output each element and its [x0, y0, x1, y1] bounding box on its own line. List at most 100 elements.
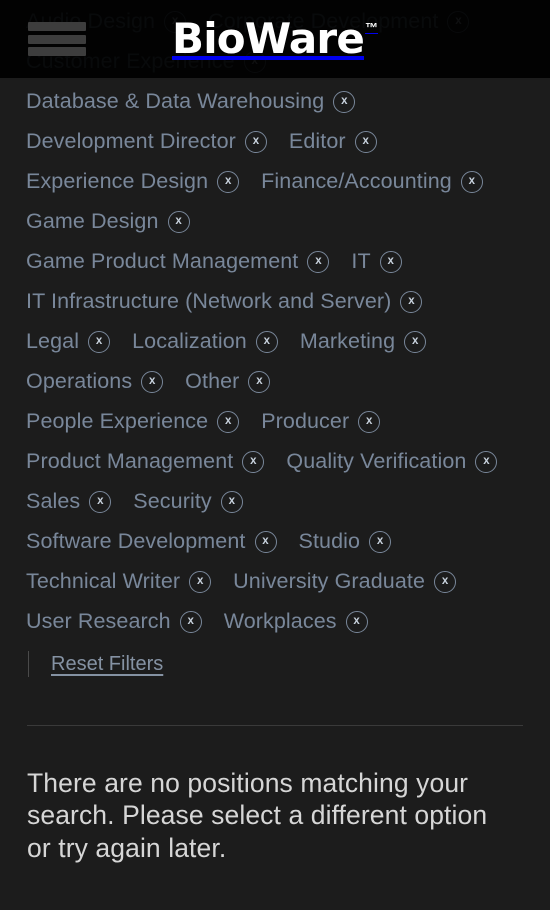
remove-filter-icon[interactable]: x: [254, 531, 277, 553]
remove-filter-icon[interactable]: x: [379, 251, 402, 273]
filter-tag-label: Software Development: [26, 529, 246, 554]
remove-filter-icon[interactable]: x: [307, 251, 330, 273]
filter-row: User Research x Workplaces x: [26, 602, 524, 642]
filter-tag-label: Technical Writer: [26, 569, 181, 594]
reset-filters-row: Reset Filters: [26, 642, 524, 686]
remove-filter-icon[interactable]: x: [189, 571, 212, 593]
filter-tag[interactable]: University Graduate x: [233, 569, 457, 594]
remove-filter-icon[interactable]: x: [89, 491, 112, 513]
filter-tag[interactable]: Development Director x: [26, 131, 267, 153]
hamburger-bar-bottom: [28, 47, 86, 56]
filter-tag-label: Operations: [26, 369, 133, 394]
filter-tag[interactable]: Security x: [133, 489, 243, 514]
remove-filter-icon[interactable]: x: [179, 611, 202, 633]
filter-tag[interactable]: Editor x: [289, 131, 377, 153]
filter-tag[interactable]: Software Development x: [26, 531, 277, 553]
filter-tag[interactable]: Product Management x: [26, 449, 265, 474]
remove-filter-icon[interactable]: x: [434, 571, 457, 593]
reset-filters-button[interactable]: Reset Filters: [51, 653, 163, 676]
remove-filter-icon[interactable]: x: [217, 171, 240, 193]
remove-filter-icon[interactable]: x: [475, 451, 498, 473]
filter-row: Software Development x Studio x: [26, 522, 524, 562]
empty-results-message: There are no positions matching your sea…: [27, 767, 507, 864]
filter-tag[interactable]: Legal x: [26, 329, 111, 354]
filter-tag[interactable]: Game Design x: [26, 211, 190, 233]
filter-row: Game Design x: [26, 202, 524, 242]
filter-tag-label: Product Management: [26, 449, 234, 474]
remove-filter-icon[interactable]: x: [404, 331, 427, 353]
remove-filter-icon[interactable]: x: [220, 491, 243, 513]
filter-tag-label: Game Design: [26, 209, 159, 234]
remove-filter-icon[interactable]: x: [88, 331, 111, 353]
filter-tag[interactable]: IT Infrastructure (Network and Server) x: [26, 289, 423, 314]
reset-divider: [28, 651, 29, 677]
filter-tag[interactable]: User Research x: [26, 611, 202, 633]
hamburger-menu-icon[interactable]: [28, 19, 86, 59]
filter-row: Operations x Other x: [26, 362, 524, 402]
filter-tag-label: Development Director: [26, 129, 236, 154]
remove-filter-icon[interactable]: x: [217, 411, 240, 433]
hamburger-bar-top: [28, 22, 86, 31]
filter-tag[interactable]: Studio x: [299, 531, 392, 553]
remove-filter-icon[interactable]: x: [400, 291, 423, 313]
filter-tag-label: Editor: [288, 129, 346, 154]
filter-tag[interactable]: Operations x: [26, 369, 164, 394]
remove-filter-icon[interactable]: x: [333, 91, 356, 113]
filter-tag-label: Quality Verification: [286, 449, 467, 474]
empty-results-text: There are no positions matching your sea…: [27, 768, 488, 863]
filter-tag-label: IT: [351, 249, 371, 274]
filter-row: People Experience x Producer x: [26, 402, 524, 442]
filter-tag[interactable]: Workplaces x: [224, 611, 368, 633]
remove-filter-icon[interactable]: x: [167, 211, 190, 233]
site-header: BioWare ™: [0, 0, 550, 78]
remove-filter-icon[interactable]: x: [244, 131, 267, 153]
filter-tag-label: Experience Design: [26, 169, 209, 194]
filter-tag[interactable]: Finance/Accounting x: [261, 171, 483, 193]
remove-filter-icon[interactable]: x: [369, 531, 392, 553]
filter-row: IT Infrastructure (Network and Server) x: [26, 282, 524, 322]
filter-tag-label: People Experience: [26, 409, 209, 434]
filter-tag[interactable]: Experience Design x: [26, 169, 240, 194]
filter-tag-label: User Research: [26, 609, 171, 634]
remove-filter-icon[interactable]: x: [358, 411, 381, 433]
filter-tag[interactable]: Producer x: [261, 409, 381, 434]
remove-filter-icon[interactable]: x: [255, 331, 278, 353]
filter-tag-label: Legal: [26, 329, 80, 354]
filter-tag-label: Producer: [261, 409, 350, 434]
filter-tag[interactable]: Sales x: [26, 489, 112, 514]
section-divider: [27, 725, 523, 726]
filter-row: Experience Design x Finance/Accounting x: [26, 162, 524, 202]
filter-tag[interactable]: People Experience x: [26, 409, 240, 434]
filter-tag-label: Security: [133, 489, 212, 514]
filter-tag-label: Workplaces: [223, 609, 337, 634]
filter-tag[interactable]: Technical Writer x: [26, 569, 212, 594]
filter-tag[interactable]: Database & Data Warehousing x: [26, 89, 356, 114]
filter-tag-label: Localization: [132, 329, 247, 354]
filter-tag-label: Studio: [298, 529, 361, 554]
remove-filter-icon[interactable]: x: [141, 371, 164, 393]
remove-filter-icon[interactable]: x: [345, 611, 368, 633]
bioware-logo[interactable]: BioWare ™: [172, 18, 378, 60]
filter-tag-label: Sales: [26, 489, 81, 514]
filter-tag[interactable]: Marketing x: [299, 329, 427, 354]
active-filters-list: Audio DesignxCorporate DevelopmentxCusto…: [0, 2, 550, 686]
filter-tag-label: University Graduate: [233, 569, 426, 594]
remove-filter-icon[interactable]: x: [248, 371, 271, 393]
filter-tag-label: IT Infrastructure (Network and Server): [26, 289, 392, 314]
filter-tag-label: Database & Data Warehousing: [26, 89, 325, 114]
filter-tag[interactable]: IT x: [351, 249, 402, 274]
filter-tag-label: Game Product Management: [26, 249, 299, 274]
filter-row: Game Product Management x IT x: [26, 242, 524, 282]
filter-tag[interactable]: Other x: [185, 371, 271, 393]
filter-tag[interactable]: Game Product Management x: [26, 249, 330, 274]
filter-tag-label: Finance/Accounting: [261, 169, 452, 194]
remove-filter-icon[interactable]: x: [354, 131, 377, 153]
filter-tag[interactable]: Localization x: [132, 331, 278, 353]
filter-tag[interactable]: Quality Verification x: [286, 449, 498, 474]
filter-tag-label: Marketing: [299, 329, 396, 354]
filter-row: Technical Writer x University Graduate x: [26, 562, 524, 602]
remove-filter-icon[interactable]: x: [460, 171, 483, 193]
filter-row: Sales x Security x: [26, 482, 524, 522]
remove-filter-icon[interactable]: x: [242, 451, 265, 473]
filter-row: Database & Data Warehousing x: [26, 82, 524, 122]
